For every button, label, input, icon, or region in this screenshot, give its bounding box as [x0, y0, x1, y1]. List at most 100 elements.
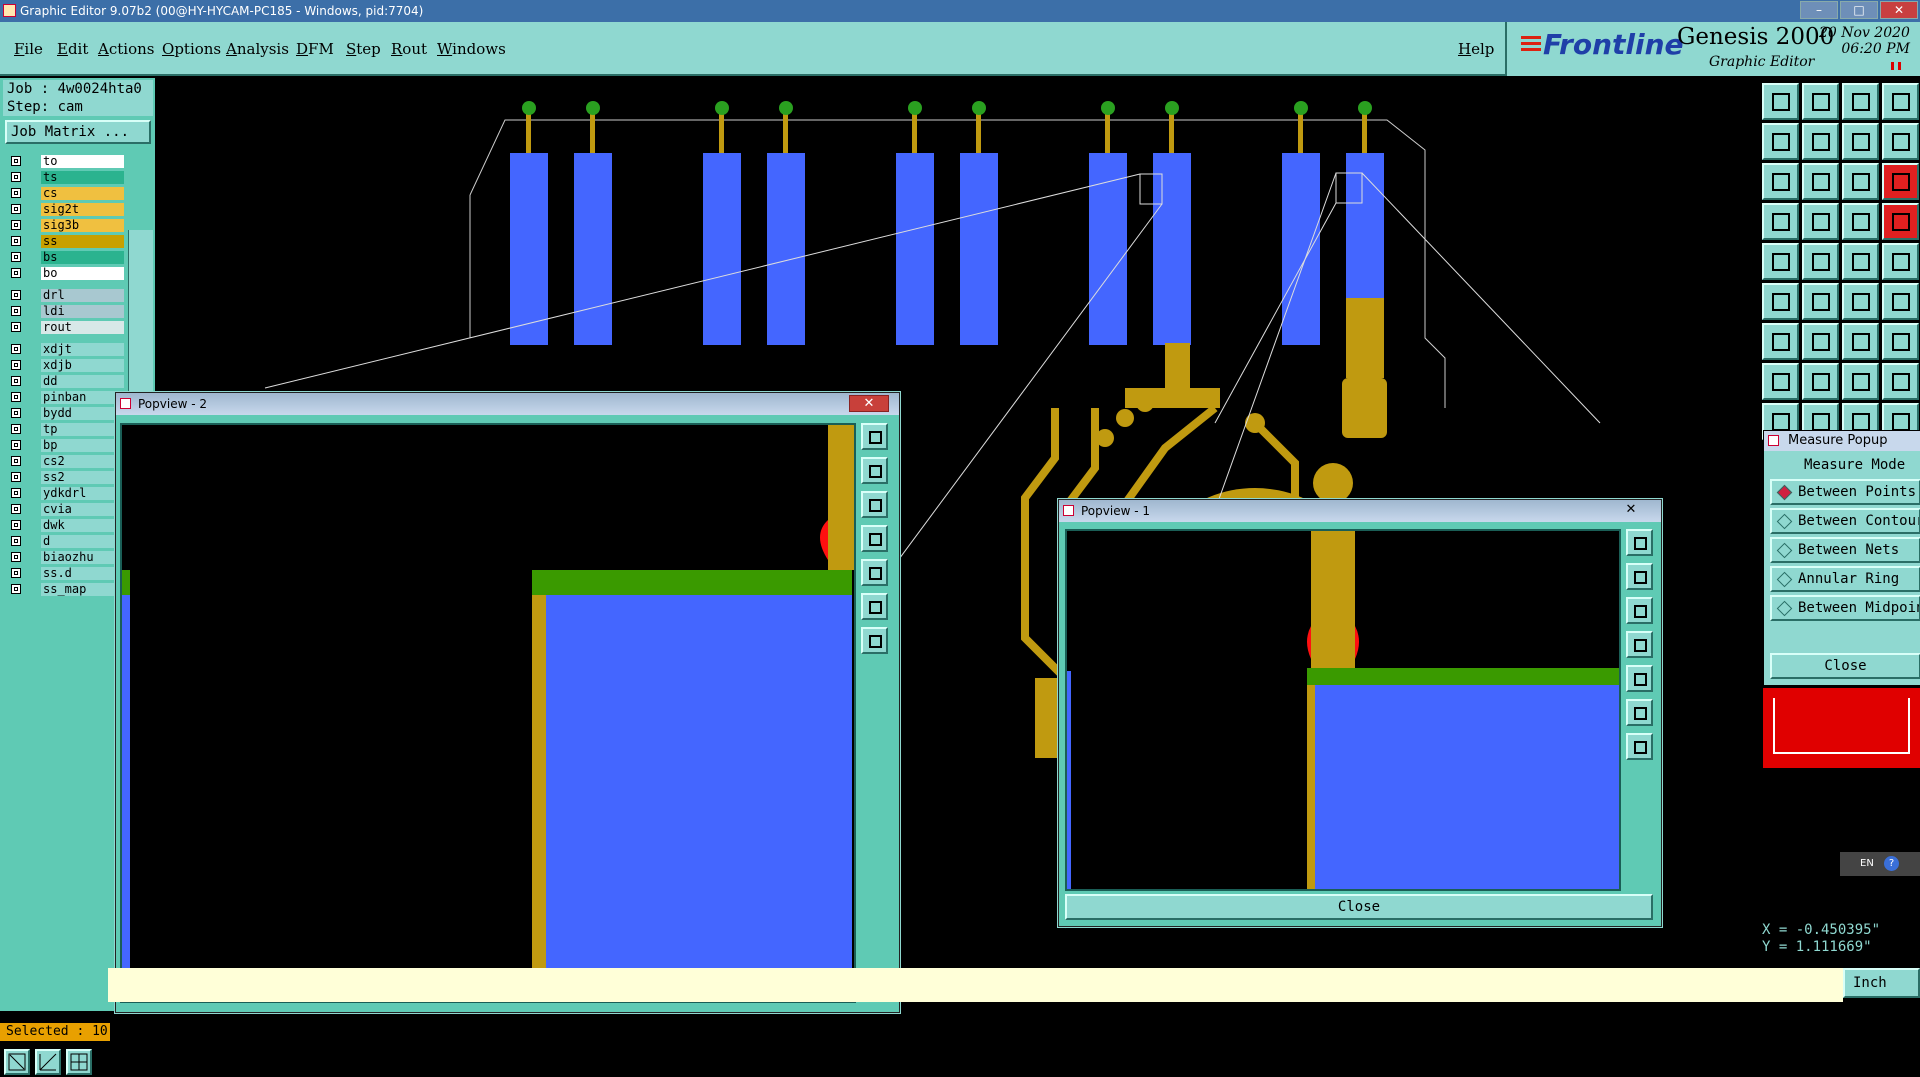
- toolbar-button[interactable]: [1762, 323, 1799, 360]
- toolbar-button[interactable]: [1802, 123, 1839, 160]
- toolbar-button[interactable]: [1762, 283, 1799, 320]
- layer-checkbox[interactable]: [11, 322, 21, 332]
- popview-1-zoom-out-button[interactable]: [1626, 733, 1653, 760]
- popview-2-zoom-home-button[interactable]: [861, 423, 888, 450]
- layer-row[interactable]: xdjt: [3, 342, 128, 358]
- popview-1-pan-up-button[interactable]: [1626, 563, 1653, 590]
- layer-name[interactable]: sig2t: [41, 203, 124, 216]
- layer-name[interactable]: ss.d: [41, 567, 124, 580]
- layer-name[interactable]: rout: [41, 321, 124, 334]
- layer-row[interactable]: drl: [3, 288, 128, 304]
- popview-2-zoom-out-button[interactable]: [861, 627, 888, 654]
- layer-row[interactable]: ss_map: [3, 582, 128, 598]
- menu-file[interactable]: File: [14, 40, 43, 58]
- toolbar-button[interactable]: [1802, 283, 1839, 320]
- toolbar-button[interactable]: [1802, 363, 1839, 400]
- measure-mode-option[interactable]: Between Contours: [1770, 508, 1920, 534]
- grid-tool-button[interactable]: [66, 1049, 92, 1075]
- toolbar-button[interactable]: [1882, 363, 1919, 400]
- popview-1-zoom-home-button[interactable]: [1626, 529, 1653, 556]
- layer-row[interactable]: dd: [3, 374, 128, 390]
- layer-name[interactable]: bydd: [41, 407, 124, 420]
- layer-checkbox[interactable]: [11, 472, 21, 482]
- menu-edit[interactable]: Edit: [57, 40, 88, 58]
- menu-analysis[interactable]: Analysis: [226, 40, 289, 58]
- layer-row[interactable]: cs2: [3, 454, 128, 470]
- menu-step[interactable]: Step: [346, 40, 381, 58]
- popview-1-zoom-in-button[interactable]: [1626, 699, 1653, 726]
- layer-name[interactable]: ts: [41, 171, 124, 184]
- layer-checkbox[interactable]: [11, 220, 21, 230]
- toolbar-button[interactable]: [1802, 203, 1839, 240]
- layer-row[interactable]: cs: [3, 186, 128, 202]
- layer-checkbox[interactable]: [11, 236, 21, 246]
- layer-name[interactable]: d: [41, 535, 124, 548]
- toolbar-button[interactable]: [1882, 123, 1919, 160]
- toolbar-button[interactable]: [1762, 83, 1799, 120]
- layer-checkbox[interactable]: [11, 504, 21, 514]
- popview-2-titlebar[interactable]: Popview - 2 ✕: [116, 393, 899, 415]
- menu-help[interactable]: Help: [1458, 40, 1494, 58]
- layer-row[interactable]: rout: [3, 320, 128, 336]
- layer-checkbox[interactable]: [11, 552, 21, 562]
- layer-row[interactable]: cvia: [3, 502, 128, 518]
- layer-checkbox[interactable]: [11, 440, 21, 450]
- layer-name[interactable]: cs: [41, 187, 124, 200]
- layer-checkbox[interactable]: [11, 392, 21, 402]
- menu-options[interactable]: Options: [162, 40, 221, 58]
- popview-1-titlebar[interactable]: Popview - 1 ✕: [1059, 500, 1661, 522]
- menu-windows[interactable]: Windows: [437, 40, 506, 58]
- layer-checkbox[interactable]: [11, 344, 21, 354]
- layer-name[interactable]: bo: [41, 267, 124, 280]
- layer-name[interactable]: bp: [41, 439, 124, 452]
- popview-1-view[interactable]: [1065, 529, 1621, 891]
- layer-checkbox[interactable]: [11, 408, 21, 418]
- layer-row[interactable]: biaozhu: [3, 550, 128, 566]
- popview-2-close-button[interactable]: ✕: [849, 395, 889, 412]
- measure-tool-button[interactable]: [35, 1049, 61, 1075]
- toolbar-button[interactable]: [1842, 203, 1879, 240]
- zoom-tool-button[interactable]: [4, 1049, 30, 1075]
- layer-name[interactable]: ss: [41, 235, 124, 248]
- toolbar-button[interactable]: [1802, 163, 1839, 200]
- close-window-button[interactable]: ✕: [1880, 1, 1918, 19]
- layer-name[interactable]: to: [41, 155, 124, 168]
- measure-mode-option[interactable]: Between Midpoints: [1770, 595, 1920, 621]
- popview-2-zoom-in-button[interactable]: [861, 593, 888, 620]
- job-matrix-button[interactable]: Job Matrix ...: [5, 120, 151, 144]
- toolbar-button[interactable]: [1882, 163, 1919, 200]
- layer-name[interactable]: dwk: [41, 519, 124, 532]
- layer-row[interactable]: bydd: [3, 406, 128, 422]
- menu-dfm[interactable]: DFM: [296, 40, 334, 58]
- layer-name[interactable]: cs2: [41, 455, 124, 468]
- toolbar-button[interactable]: [1842, 123, 1879, 160]
- layer-row[interactable]: sig3b: [3, 218, 128, 234]
- layer-name[interactable]: sig3b: [41, 219, 124, 232]
- layer-row[interactable]: xdjb: [3, 358, 128, 374]
- popview-2-pan-right-button[interactable]: [861, 559, 888, 586]
- layer-name[interactable]: cvia: [41, 503, 124, 516]
- toolbar-button[interactable]: [1842, 323, 1879, 360]
- layer-row[interactable]: tp: [3, 422, 128, 438]
- layer-checkbox[interactable]: [11, 456, 21, 466]
- toolbar-button[interactable]: [1762, 163, 1799, 200]
- layer-checkbox[interactable]: [11, 172, 21, 182]
- layer-name[interactable]: ss_map: [41, 583, 124, 596]
- toolbar-button[interactable]: [1842, 363, 1879, 400]
- toolbar-button[interactable]: [1842, 243, 1879, 280]
- layer-name[interactable]: xdjb: [41, 359, 124, 372]
- toolbar-button[interactable]: [1882, 283, 1919, 320]
- layer-name[interactable]: xdjt: [41, 343, 124, 356]
- popview-2-pan-left-button[interactable]: [861, 525, 888, 552]
- toolbar-button[interactable]: [1762, 243, 1799, 280]
- layer-row[interactable]: ldi: [3, 304, 128, 320]
- layer-checkbox[interactable]: [11, 204, 21, 214]
- layer-checkbox[interactable]: [11, 536, 21, 546]
- layer-checkbox[interactable]: [11, 376, 21, 386]
- minimize-button[interactable]: –: [1800, 1, 1838, 19]
- toolbar-button[interactable]: [1762, 363, 1799, 400]
- layer-checkbox[interactable]: [11, 520, 21, 530]
- language-bar[interactable]: EN ?: [1840, 852, 1920, 876]
- layer-row[interactable]: pinban: [3, 390, 128, 406]
- layer-row[interactable]: d: [3, 534, 128, 550]
